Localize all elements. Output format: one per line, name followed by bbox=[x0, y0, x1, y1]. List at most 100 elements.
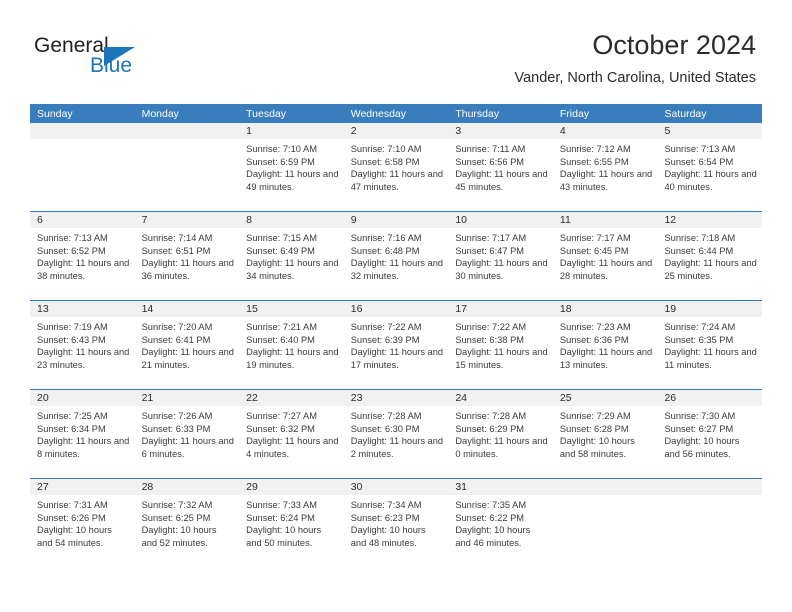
calendar-day-cell[interactable]: 21 Sunrise: 7:26 AM Sunset: 6:33 PM Dayligh… bbox=[134, 390, 240, 478]
calendar-week-row: 27 Sunrise: 7:31 AM Sunset: 6:26 PM Dayligh… bbox=[30, 478, 763, 567]
day-details: Sunrise: 7:33 AM Sunset: 6:24 PM Daylight:… bbox=[239, 495, 344, 549]
calendar-day-cell[interactable]: 16 Sunrise: 7:22 AM Sunset: 6:39 PM Dayligh… bbox=[343, 301, 449, 389]
sunset-text: Sunset: 6:39 PM bbox=[350, 334, 420, 345]
general-blue-logo[interactable]: General Blue bbox=[34, 34, 214, 82]
sunrise-text: Sunrise: 7:23 AM bbox=[559, 322, 631, 332]
sunrise-text: Sunrise: 7:32 AM bbox=[141, 500, 213, 510]
day-number: 16 bbox=[343, 301, 449, 317]
day-details: Sunrise: 7:31 AM Sunset: 6:26 PM Daylight:… bbox=[30, 495, 135, 549]
sunrise-text: Sunrise: 7:17 AM bbox=[455, 233, 527, 243]
weekday-header-monday: Monday bbox=[141, 108, 179, 120]
calendar-day-cell[interactable]: 24 Sunrise: 7:28 AM Sunset: 6:29 PM Dayligh… bbox=[448, 390, 553, 478]
sunset-text: Sunset: 6:58 PM bbox=[350, 156, 420, 167]
calendar-day-cell[interactable]: 28 Sunrise: 7:32 AM Sunset: 6:25 PM Dayligh… bbox=[134, 479, 240, 567]
calendar-day-cell[interactable]: 18 Sunrise: 7:23 AM Sunset: 6:36 PM Dayligh… bbox=[552, 301, 658, 389]
sunset-text: Sunset: 6:52 PM bbox=[37, 245, 106, 256]
daylight-text: Daylight: 10 hours and 46 minutes. bbox=[455, 525, 531, 548]
sunrise-text: Sunrise: 7:14 AM bbox=[141, 233, 213, 243]
calendar-week-row: 1 Sunrise: 7:10 AM Sunset: 6:59 PM Daylight… bbox=[30, 123, 763, 211]
sunrise-text: Sunrise: 7:18 AM bbox=[664, 233, 736, 243]
calendar-day-cell[interactable]: 19 Sunrise: 7:24 AM Sunset: 6:35 PM Dayligh… bbox=[657, 301, 763, 389]
calendar-day-cell[interactable]: 7 Sunrise: 7:14 AM Sunset: 6:51 PM Daylight… bbox=[134, 212, 240, 300]
sunrise-text: Sunrise: 7:34 AM bbox=[350, 500, 422, 510]
sunrise-text: Sunrise: 7:12 AM bbox=[559, 144, 631, 154]
calendar-weeks: 1 Sunrise: 7:10 AM Sunset: 6:59 PM Daylight… bbox=[30, 123, 763, 567]
day-details: Sunrise: 7:24 AM Sunset: 6:35 PM Daylight:… bbox=[657, 317, 762, 371]
daylight-text: Daylight: 11 hours and 11 minutes. bbox=[664, 347, 757, 370]
sunset-text: Sunset: 6:45 PM bbox=[559, 245, 629, 256]
calendar-day-cell[interactable]: 14 Sunrise: 7:20 AM Sunset: 6:41 PM Dayligh… bbox=[134, 301, 240, 389]
calendar-day-cell[interactable]: 5 Sunrise: 7:13 AM Sunset: 6:54 PM Daylight… bbox=[657, 123, 763, 211]
calendar-day-cell[interactable]: 29 Sunrise: 7:33 AM Sunset: 6:24 PM Dayligh… bbox=[239, 479, 344, 567]
calendar-day-cell[interactable]: 12 Sunrise: 7:18 AM Sunset: 6:44 PM Dayligh… bbox=[657, 212, 763, 300]
daylight-text: Daylight: 11 hours and 25 minutes. bbox=[664, 258, 757, 281]
daylight-text: Daylight: 11 hours and 49 minutes. bbox=[246, 169, 339, 192]
daylight-text: Daylight: 11 hours and 38 minutes. bbox=[37, 258, 130, 281]
sunset-text: Sunset: 6:24 PM bbox=[246, 512, 315, 523]
sunset-text: Sunset: 6:47 PM bbox=[455, 245, 525, 256]
day-number bbox=[30, 123, 135, 139]
calendar-day-cell[interactable]: 3 Sunrise: 7:11 AM Sunset: 6:56 PM Daylight… bbox=[448, 123, 553, 211]
sunset-text: Sunset: 6:26 PM bbox=[37, 512, 106, 523]
sunrise-text: Sunrise: 7:27 AM bbox=[246, 411, 317, 421]
sunset-text: Sunset: 6:33 PM bbox=[141, 423, 211, 434]
day-details: Sunrise: 7:18 AM Sunset: 6:44 PM Daylight:… bbox=[657, 228, 762, 282]
calendar-day-cell[interactable]: 9 Sunrise: 7:16 AM Sunset: 6:48 PM Daylight… bbox=[343, 212, 449, 300]
day-number: 21 bbox=[134, 390, 240, 406]
calendar-day-cell[interactable]: 23 Sunrise: 7:28 AM Sunset: 6:30 PM Dayligh… bbox=[343, 390, 449, 478]
calendar-day-cell[interactable]: 22 Sunrise: 7:27 AM Sunset: 6:32 PM Dayligh… bbox=[239, 390, 344, 478]
calendar-day-cell[interactable]: 6 Sunrise: 7:13 AM Sunset: 6:52 PM Daylight… bbox=[30, 212, 135, 300]
calendar-day-cell[interactable]: 11 Sunrise: 7:17 AM Sunset: 6:45 PM Dayligh… bbox=[552, 212, 658, 300]
daylight-text: Daylight: 11 hours and 28 minutes. bbox=[559, 258, 653, 281]
day-details: Sunrise: 7:34 AM Sunset: 6:23 PM Daylight:… bbox=[344, 495, 449, 549]
calendar-day-cell[interactable]: 26 Sunrise: 7:30 AM Sunset: 6:27 PM Dayligh… bbox=[657, 390, 763, 478]
calendar-day-cell[interactable]: 4 Sunrise: 7:12 AM Sunset: 6:55 PM Daylight… bbox=[552, 123, 658, 211]
sunrise-text: Sunrise: 7:10 AM bbox=[350, 144, 422, 154]
calendar-day-cell[interactable]: 30 Sunrise: 7:34 AM Sunset: 6:23 PM Dayligh… bbox=[343, 479, 449, 567]
sunset-text: Sunset: 6:49 PM bbox=[246, 245, 315, 256]
day-number: 26 bbox=[657, 390, 763, 406]
sunrise-text: Sunrise: 7:22 AM bbox=[455, 322, 527, 332]
day-number: 24 bbox=[448, 390, 553, 406]
sunrise-text: Sunrise: 7:11 AM bbox=[455, 144, 526, 154]
calendar-day-cell[interactable]: 15 Sunrise: 7:21 AM Sunset: 6:40 PM Dayligh… bbox=[239, 301, 344, 389]
calendar-day-cell[interactable]: 31 Sunrise: 7:35 AM Sunset: 6:22 PM Dayligh… bbox=[448, 479, 553, 567]
sunset-text: Sunset: 6:25 PM bbox=[141, 512, 211, 523]
calendar-day-cell[interactable]: 20 Sunrise: 7:25 AM Sunset: 6:34 PM Dayligh… bbox=[30, 390, 135, 478]
calendar-day-cell[interactable]: 27 Sunrise: 7:31 AM Sunset: 6:26 PM Dayligh… bbox=[30, 479, 135, 567]
day-number: 8 bbox=[239, 212, 344, 228]
sunset-text: Sunset: 6:56 PM bbox=[455, 156, 525, 167]
daylight-text: Daylight: 11 hours and 15 minutes. bbox=[455, 347, 548, 370]
day-number: 25 bbox=[552, 390, 658, 406]
calendar-day-cell[interactable]: 1 Sunrise: 7:10 AM Sunset: 6:59 PM Daylight… bbox=[239, 123, 344, 211]
sunrise-text: Sunrise: 7:10 AM bbox=[246, 144, 317, 154]
calendar-day-cell[interactable]: 13 Sunrise: 7:19 AM Sunset: 6:43 PM Dayligh… bbox=[30, 301, 135, 389]
sunrise-text: Sunrise: 7:35 AM bbox=[455, 500, 527, 510]
sunset-text: Sunset: 6:44 PM bbox=[664, 245, 734, 256]
sunset-text: Sunset: 6:43 PM bbox=[37, 334, 106, 345]
weekday-header-wednesday: Wednesday bbox=[350, 108, 406, 120]
calendar-day-cell[interactable]: 2 Sunrise: 7:10 AM Sunset: 6:58 PM Daylight… bbox=[343, 123, 449, 211]
calendar-day-cell[interactable]: 8 Sunrise: 7:15 AM Sunset: 6:49 PM Daylight… bbox=[239, 212, 344, 300]
day-details: Sunrise: 7:16 AM Sunset: 6:48 PM Daylight:… bbox=[344, 228, 449, 282]
calendar-day-cell[interactable]: 10 Sunrise: 7:17 AM Sunset: 6:47 PM Dayligh… bbox=[448, 212, 553, 300]
sunset-text: Sunset: 6:30 PM bbox=[350, 423, 420, 434]
day-details: Sunrise: 7:22 AM Sunset: 6:39 PM Daylight:… bbox=[344, 317, 449, 371]
day-details: Sunrise: 7:27 AM Sunset: 6:32 PM Daylight:… bbox=[239, 406, 344, 460]
day-details: Sunrise: 7:12 AM Sunset: 6:55 PM Daylight:… bbox=[553, 139, 658, 193]
sunrise-text: Sunrise: 7:13 AM bbox=[664, 144, 736, 154]
sunrise-text: Sunrise: 7:31 AM bbox=[37, 500, 108, 510]
calendar-day-cell[interactable]: 25 Sunrise: 7:29 AM Sunset: 6:28 PM Dayligh… bbox=[552, 390, 658, 478]
page-subtitle: Vander, North Carolina, United States bbox=[514, 70, 756, 86]
sunset-text: Sunset: 6:32 PM bbox=[246, 423, 315, 434]
daylight-text: Daylight: 11 hours and 36 minutes. bbox=[141, 258, 234, 281]
day-details: Sunrise: 7:14 AM Sunset: 6:51 PM Daylight:… bbox=[135, 228, 240, 282]
sunrise-text: Sunrise: 7:22 AM bbox=[350, 322, 422, 332]
day-details: Sunrise: 7:11 AM Sunset: 6:56 PM Daylight:… bbox=[448, 139, 553, 193]
day-number: 15 bbox=[239, 301, 344, 317]
day-number: 12 bbox=[657, 212, 763, 228]
calendar-day-cell[interactable]: 17 Sunrise: 7:22 AM Sunset: 6:38 PM Dayligh… bbox=[448, 301, 553, 389]
sunrise-text: Sunrise: 7:24 AM bbox=[664, 322, 736, 332]
day-number bbox=[657, 479, 763, 495]
day-details: Sunrise: 7:17 AM Sunset: 6:47 PM Daylight:… bbox=[448, 228, 553, 282]
